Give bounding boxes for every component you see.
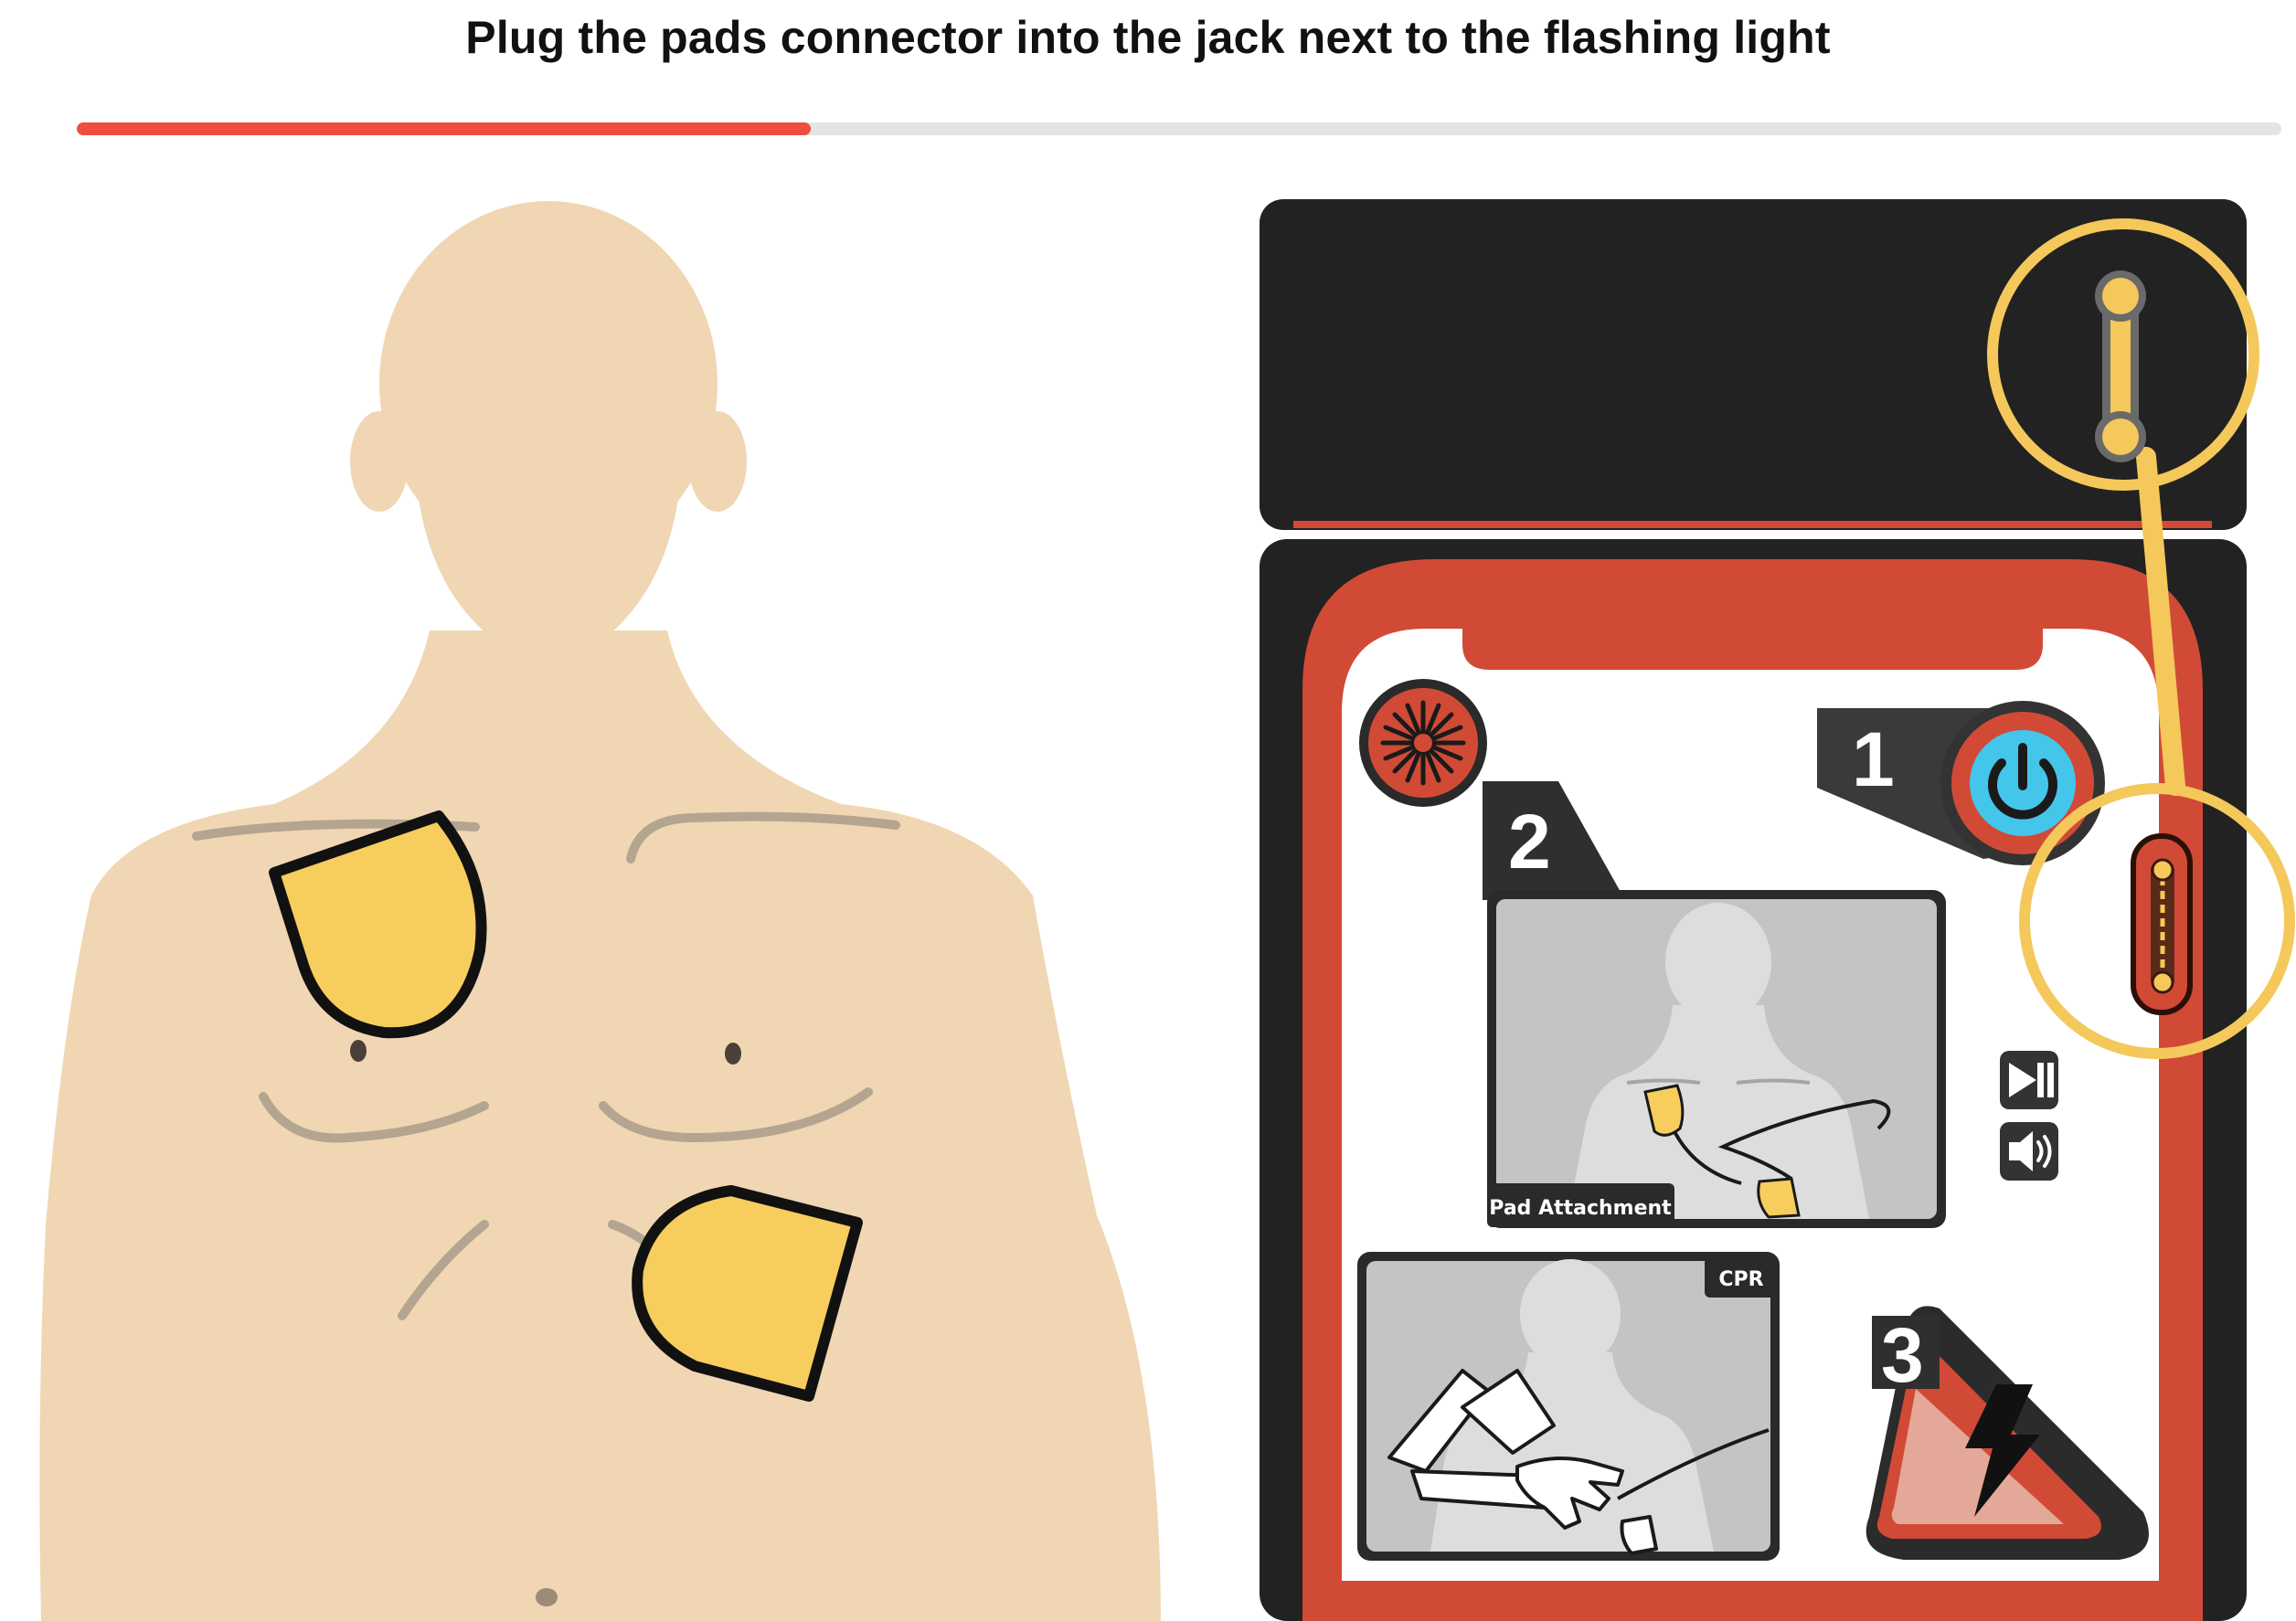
play-pause-button[interactable] [2000,1051,2058,1109]
cpr-label: CPR [1718,1268,1763,1291]
scene: 1 2 Pad Attachment CPR 3 [39,199,2295,1621]
power-button[interactable] [1940,701,2105,865]
cpr-panel: CPR [1357,1252,1780,1561]
pads-connector-jack[interactable] [2131,833,2193,1015]
step-3: 3 [1872,1312,1940,1398]
step-2-number: 2 [1508,799,1551,885]
pads-connector-plug[interactable] [2095,270,2146,462]
aed-device: 1 2 Pad Attachment CPR 3 [1260,199,2247,1621]
speaker-grille-icon [1359,679,1487,807]
pad-attachment-label: Pad Attachment [1489,1197,1672,1220]
pad-attachment-panel: Pad Attachment [1487,890,1946,1228]
step-3-number: 3 [1881,1312,1924,1398]
patient-torso [39,201,1161,1621]
patient-body [39,630,1161,1621]
step-1-number: 1 [1852,716,1895,802]
volume-button[interactable] [2000,1122,2058,1181]
